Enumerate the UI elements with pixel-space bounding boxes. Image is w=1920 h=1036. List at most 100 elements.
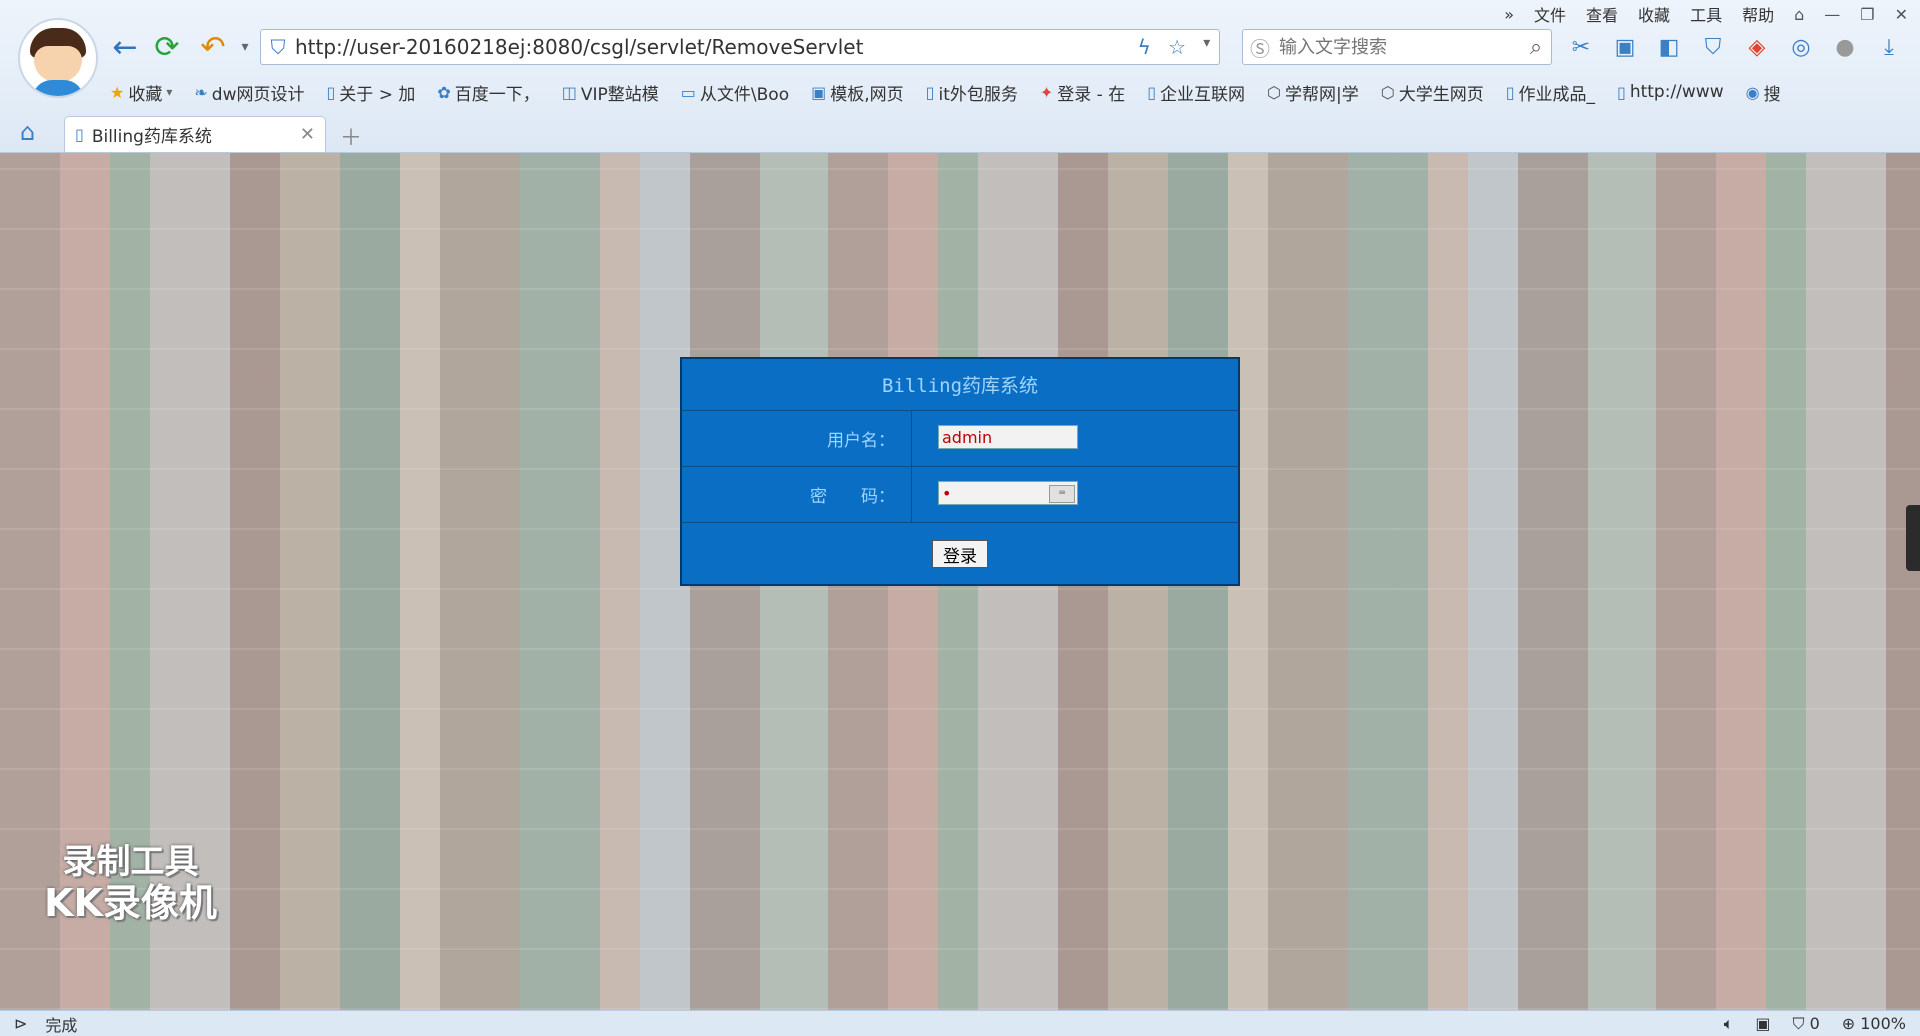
page-icon: ▯ xyxy=(75,125,84,144)
scissors-icon[interactable]: ✂ xyxy=(1566,32,1596,62)
zoom-icon: ⊕ xyxy=(1841,1014,1856,1033)
close-window-icon[interactable]: ✕ xyxy=(1895,5,1908,24)
address-dropdown-icon[interactable]: ▾ xyxy=(1203,35,1210,59)
restore-icon[interactable]: ❐ xyxy=(1860,5,1874,24)
username-label: 用户名： xyxy=(682,411,912,466)
login-form: Billing药库系统 用户名： 密 码： ⌨ 登录 xyxy=(680,357,1240,586)
username-input[interactable] xyxy=(939,426,1077,448)
folder-icon: ▭ xyxy=(680,82,696,102)
bookmark-item[interactable]: ◉ 搜 xyxy=(1746,80,1781,105)
download-icon[interactable]: ⤓ xyxy=(1874,32,1904,62)
shield-icon: ⛉ xyxy=(270,35,286,59)
bookmark-item[interactable]: ▯ it外包服务 xyxy=(926,80,1018,105)
bookmark-item[interactable]: ✦ 登录 - 在 xyxy=(1040,80,1125,105)
undo-dropdown-icon[interactable]: ▾ xyxy=(228,30,262,64)
keyboard-icon[interactable]: ⌨ xyxy=(1049,485,1075,503)
bookmark-item[interactable]: ⬡ 学帮网|学 xyxy=(1267,80,1359,105)
side-panel-handle[interactable] xyxy=(1906,505,1920,571)
tab-title: Billing药库系统 xyxy=(91,127,212,147)
address-bar[interactable]: ⛉ http://user-20160218ej:8080/csgl/servl… xyxy=(260,29,1220,65)
magnify-icon[interactable]: ◎ xyxy=(1786,32,1816,62)
bookmark-item[interactable]: ▣ 模板,网页 xyxy=(811,80,904,105)
bookmark-item[interactable]: ✿ 百度一下， xyxy=(437,80,539,105)
sidebar-toggle-icon[interactable]: ⊳ xyxy=(14,1014,27,1033)
baidu-icon: ✿ xyxy=(437,82,451,102)
username-row: 用户名： xyxy=(682,411,1238,467)
menu-file[interactable]: 文件 xyxy=(1534,2,1566,26)
avatar-shirt xyxy=(32,80,84,96)
username-field-box xyxy=(938,425,1078,449)
save-page-icon[interactable]: ▣ xyxy=(1610,32,1640,62)
menu-bar: » 文件 查看 收藏 工具 帮助 ⌂ — ❐ ✕ xyxy=(1504,2,1908,26)
login-title: Billing药库系统 xyxy=(682,359,1238,411)
adblock-count[interactable]: ⛉ 0 xyxy=(1792,1014,1819,1034)
status-text: 完成 xyxy=(45,1015,78,1035)
bookmark-item[interactable]: ▯ 企业互联网 xyxy=(1147,80,1245,105)
page-icon: ▯ xyxy=(326,82,336,102)
tab-bar: ⌂ ▯ Billing药库系统 ✕ ＋ xyxy=(0,114,1920,152)
user-avatar[interactable] xyxy=(18,18,98,98)
bookmark-item[interactable]: ⬡ 大学生网页 xyxy=(1381,80,1484,105)
menu-view[interactable]: 查看 xyxy=(1586,2,1618,26)
star-icon: ★ xyxy=(110,82,125,102)
password-label: 密 码： xyxy=(682,467,912,522)
translate-icon[interactable]: ◧ xyxy=(1654,32,1684,62)
page-icon: ▯ xyxy=(1147,82,1157,102)
login-button[interactable]: 登录 xyxy=(932,539,988,568)
close-tab-icon[interactable]: ✕ xyxy=(300,124,315,145)
zoom-control[interactable]: ⊕ 100% xyxy=(1842,1014,1906,1033)
page-icon: ▯ xyxy=(925,82,935,102)
password-field-box: ⌨ xyxy=(938,481,1078,505)
browser-icon[interactable]: ● xyxy=(1830,32,1860,62)
avatar-face xyxy=(34,46,82,82)
search-input[interactable] xyxy=(1277,35,1521,59)
skin-icon[interactable]: ⌂ xyxy=(1794,5,1804,24)
new-tab-icon[interactable]: ＋ xyxy=(340,120,362,152)
search-icon[interactable]: ⌕ xyxy=(1521,35,1551,60)
favorite-star-icon[interactable]: ☆ xyxy=(1168,35,1186,59)
site-icon: ⬡ xyxy=(1267,82,1281,102)
bookmark-item[interactable]: ❧ dw网页设计 xyxy=(194,80,304,105)
page-icon: ▯ xyxy=(1617,82,1626,102)
button-row: 登录 xyxy=(682,523,1238,584)
volume-icon[interactable]: 🔈︎ xyxy=(1724,1014,1734,1034)
bookmark-item[interactable]: ▯ http://www xyxy=(1617,82,1724,102)
speed-mode-icon[interactable]: ϟ xyxy=(1138,35,1151,59)
site-icon: ◫ xyxy=(561,82,577,102)
bookmarks-bar: ★ 收藏 ▾ ❧ dw网页设计 ▯ 关于 > 加 ✿ 百度一下， ◫ VIP整站模 ▭ 从文件… xyxy=(110,78,1781,106)
menu-favorites[interactable]: 收藏 xyxy=(1638,2,1670,26)
adblock-icon: ⛉ xyxy=(1792,1013,1805,1033)
undo-icon[interactable]: ↶ xyxy=(196,30,230,65)
link-icon: ❧ xyxy=(194,82,208,102)
status-bar: ⊳ 完成 🔈︎ ▣ ⛉ 0 ⊕ 100% xyxy=(0,1010,1920,1036)
page-icon: ✦ xyxy=(1039,82,1054,102)
watermark-line-2: KK录像机 xyxy=(44,881,217,926)
screenshot-icon[interactable]: ▣ xyxy=(1755,1014,1770,1033)
search-engine-icon[interactable]: Ⓢ xyxy=(1243,33,1277,62)
app-icon[interactable]: ◈ xyxy=(1742,32,1772,62)
bookmark-item[interactable]: ▭ 从文件\Boo xyxy=(681,80,789,105)
menu-tools[interactable]: 工具 xyxy=(1690,2,1722,26)
back-icon[interactable]: ← xyxy=(108,30,142,65)
security-icon[interactable]: ⛉ xyxy=(1698,32,1728,62)
toolbar-tools: ✂ ▣ ◧ ⛉ ◈ ◎ ● ⤓ xyxy=(1566,30,1904,64)
watermark-line-1: 录制工具 xyxy=(62,842,199,882)
refresh-icon[interactable]: ⟳ xyxy=(150,30,184,65)
home-icon[interactable]: ⌂ xyxy=(20,118,35,146)
page-icon: ▣ xyxy=(811,82,827,102)
page-icon: ▯ xyxy=(1505,82,1515,102)
search-box[interactable]: Ⓢ ⌕ xyxy=(1242,29,1552,65)
bookmark-item[interactable]: ▯ 关于 > 加 xyxy=(326,80,415,105)
recorder-watermark: 录制工具 KK录像机 xyxy=(44,842,217,926)
address-url[interactable]: http://user-20160218ej:8080/csgl/servlet… xyxy=(295,35,1129,59)
site-icon: ⬡ xyxy=(1380,82,1395,102)
minimize-icon[interactable]: — xyxy=(1824,5,1840,24)
bookmark-item[interactable]: ◫ VIP整站模 xyxy=(562,80,659,105)
bookmark-favorites[interactable]: ★ 收藏 ▾ xyxy=(110,80,172,105)
tab-billing[interactable]: ▯ Billing药库系统 ✕ xyxy=(64,116,326,152)
menu-help[interactable]: 帮助 xyxy=(1742,2,1774,26)
more-menu-icon[interactable]: » xyxy=(1504,5,1514,24)
browser-chrome: » 文件 查看 收藏 工具 帮助 ⌂ — ❐ ✕ ← ⟳ ↶ ▾ ⛉ http:… xyxy=(0,0,1920,153)
password-row: 密 码： ⌨ xyxy=(682,467,1238,523)
bookmark-item[interactable]: ▯ 作业成品_ xyxy=(1506,80,1595,105)
